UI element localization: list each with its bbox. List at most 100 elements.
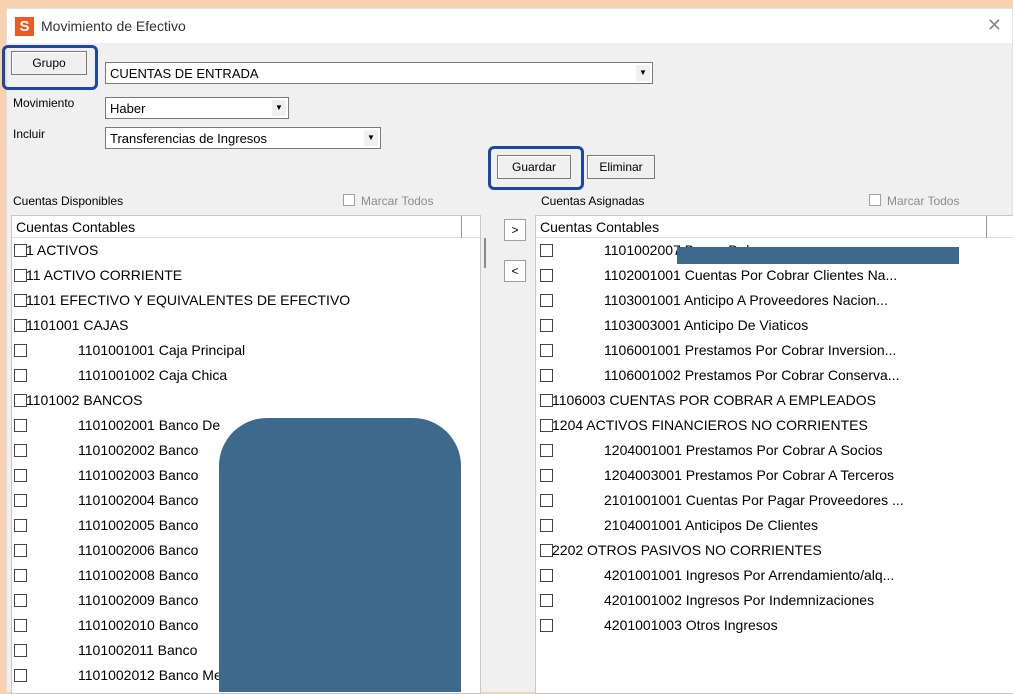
row-label: 1101 EFECTIVO Y EQUIVALENTES DE EFECTIVO: [26, 292, 351, 308]
incluir-select-value: Transferencias de Ingresos: [110, 131, 268, 146]
list-item[interactable]: 11 ACTIVO CORRIENTE: [12, 263, 480, 288]
list-item[interactable]: 1204 ACTIVOS FINANCIEROS NO CORRIENTES: [536, 413, 1013, 438]
row-checkbox[interactable]: [540, 244, 553, 257]
movimiento-select-value: Haber: [110, 101, 146, 116]
eliminar-button[interactable]: Eliminar: [587, 155, 655, 179]
guardar-button[interactable]: Guardar: [497, 155, 571, 179]
list-item[interactable]: 1103003001 Anticipo De Viaticos: [536, 313, 1013, 338]
row-label: 1103001001 Anticipo A Proveedores Nacion…: [604, 292, 888, 308]
row-checkbox[interactable]: [540, 569, 553, 582]
row-checkbox[interactable]: [14, 644, 27, 657]
window-title: Movimiento de Efectivo: [41, 18, 186, 34]
movimiento-window: S Movimiento de Efectivo ✕ Grupo CUENTAS…: [2, 8, 1013, 694]
list-item[interactable]: 1101001001 Caja Principal: [12, 338, 480, 363]
row-checkbox[interactable]: [14, 494, 27, 507]
row-label: 1101002001 Banco De: [78, 417, 221, 433]
row-checkbox[interactable]: [14, 544, 27, 557]
list-item[interactable]: 1101001 CAJAS: [12, 313, 480, 338]
row-checkbox[interactable]: [14, 469, 27, 482]
row-checkbox[interactable]: [14, 369, 27, 382]
row-checkbox[interactable]: [14, 444, 27, 457]
row-checkbox[interactable]: [14, 519, 27, 532]
remove-account-button[interactable]: <: [504, 260, 526, 282]
row-label: 1101002008 Banco: [78, 567, 199, 583]
row-checkbox[interactable]: [14, 619, 27, 632]
panels-area: Cuentas Disponibles Marcar Todos Cuentas…: [7, 190, 1013, 694]
row-label: 1204 ACTIVOS FINANCIEROS NO CORRIENTES: [552, 417, 868, 433]
marcar-todos-checkbox[interactable]: [869, 194, 881, 206]
chevron-down-icon: [364, 130, 378, 146]
list-item[interactable]: 2202 OTROS PASIVOS NO CORRIENTES: [536, 538, 1013, 563]
list-item[interactable]: 4201001002 Ingresos Por Indemnizaciones: [536, 588, 1013, 613]
row-label: 1101002 BANCOS: [26, 392, 143, 408]
row-checkbox[interactable]: [14, 669, 27, 682]
row-label: 1101002005 Banco: [78, 517, 199, 533]
app-logo-icon: S: [15, 17, 34, 36]
row-label: 2202 OTROS PASIVOS NO CORRIENTES: [552, 542, 822, 558]
row-checkbox[interactable]: [540, 344, 553, 357]
row-checkbox[interactable]: [540, 444, 553, 457]
row-checkbox[interactable]: [14, 419, 27, 432]
list-item[interactable]: 1106001002 Prestamos Por Cobrar Conserva…: [536, 363, 1013, 388]
list-item[interactable]: 1101 EFECTIVO Y EQUIVALENTES DE EFECTIVO: [12, 288, 480, 313]
movimiento-label: Movimiento: [13, 96, 75, 110]
incluir-select[interactable]: Transferencias de Ingresos: [105, 127, 381, 149]
row-checkbox[interactable]: [540, 294, 553, 307]
row-label: 4201001002 Ingresos Por Indemnizaciones: [604, 592, 875, 608]
row-label: 4201001001 Ingresos Por Arrendamiento/al…: [604, 567, 895, 583]
list-item[interactable]: 1 ACTIVOS: [12, 238, 480, 263]
add-account-button[interactable]: >: [504, 219, 526, 241]
row-label: 1101002011 Banco: [78, 642, 198, 658]
right-marcar-todos[interactable]: Marcar Todos: [869, 194, 959, 208]
list-item[interactable]: 2101001001 Cuentas Por Pagar Proveedores…: [536, 488, 1013, 513]
row-checkbox[interactable]: [540, 494, 553, 507]
list-item[interactable]: 2104001001 Anticipos De Clientes: [536, 513, 1013, 538]
marcar-todos-checkbox[interactable]: [343, 194, 355, 206]
list-item[interactable]: 1106001001 Prestamos Por Cobrar Inversio…: [536, 338, 1013, 363]
list-item[interactable]: 1102001001 Cuentas Por Cobrar Clientes N…: [536, 263, 1013, 288]
list-item[interactable]: 1204001001 Prestamos Por Cobrar A Socios: [536, 438, 1013, 463]
list-item[interactable]: 1106003 CUENTAS POR COBRAR A EMPLEADOS: [536, 388, 1013, 413]
row-label: 1101002002 Banco: [78, 442, 199, 458]
row-label: 4201001003 Otros Ingresos: [604, 617, 778, 633]
list-item[interactable]: 1204003001 Prestamos Por Cobrar A Tercer…: [536, 463, 1013, 488]
movimiento-select[interactable]: Haber: [105, 97, 289, 119]
list-item[interactable]: 1101001002 Caja Chica: [12, 363, 480, 388]
left-column-header[interactable]: Cuentas Contables: [12, 216, 480, 238]
grupo-button[interactable]: Grupo: [11, 51, 87, 75]
row-checkbox[interactable]: [540, 619, 553, 632]
row-checkbox[interactable]: [540, 369, 553, 382]
right-column-header[interactable]: Cuentas Contables: [536, 216, 1013, 238]
row-label: 1 ACTIVOS: [26, 242, 99, 258]
close-icon[interactable]: ✕: [987, 15, 1002, 36]
chevron-down-icon: [272, 100, 286, 116]
right-panel-title: Cuentas Asignadas: [541, 194, 645, 208]
row-checkbox[interactable]: [540, 519, 553, 532]
row-checkbox[interactable]: [14, 594, 27, 607]
left-panel-title: Cuentas Disponibles: [13, 194, 124, 208]
row-label: 1101002009 Banco: [78, 592, 199, 608]
row-checkbox[interactable]: [540, 594, 553, 607]
redaction-block: [219, 418, 461, 692]
row-checkbox[interactable]: [14, 344, 27, 357]
row-label: 1101001001 Caja Principal: [78, 342, 246, 358]
row-checkbox[interactable]: [540, 469, 553, 482]
form-area: Grupo CUENTAS DE ENTRADA Movimiento Habe…: [2, 43, 1012, 190]
list-item[interactable]: 1101002 BANCOS: [12, 388, 480, 413]
right-accounts-list: Cuentas Contables 1101002007 Banco Del11…: [535, 215, 1013, 694]
title-bar: S Movimiento de Efectivo ✕: [7, 9, 1012, 43]
right-marcar-todos-label: Marcar Todos: [887, 194, 960, 208]
column-separator: [461, 216, 462, 238]
scrollbar-thumb[interactable]: [484, 238, 486, 268]
grupo-select[interactable]: CUENTAS DE ENTRADA: [105, 62, 653, 84]
chevron-down-icon: [636, 65, 650, 81]
list-item[interactable]: 1103001001 Anticipo A Proveedores Nacion…: [536, 288, 1013, 313]
incluir-label: Incluir: [13, 127, 46, 141]
left-marcar-todos[interactable]: Marcar Todos: [343, 194, 433, 208]
row-label: 1204001001 Prestamos Por Cobrar A Socios: [604, 442, 883, 458]
list-item[interactable]: 4201001001 Ingresos Por Arrendamiento/al…: [536, 563, 1013, 588]
list-item[interactable]: 4201001003 Otros Ingresos: [536, 613, 1013, 638]
row-checkbox[interactable]: [14, 569, 27, 582]
row-checkbox[interactable]: [540, 269, 553, 282]
row-checkbox[interactable]: [540, 319, 553, 332]
